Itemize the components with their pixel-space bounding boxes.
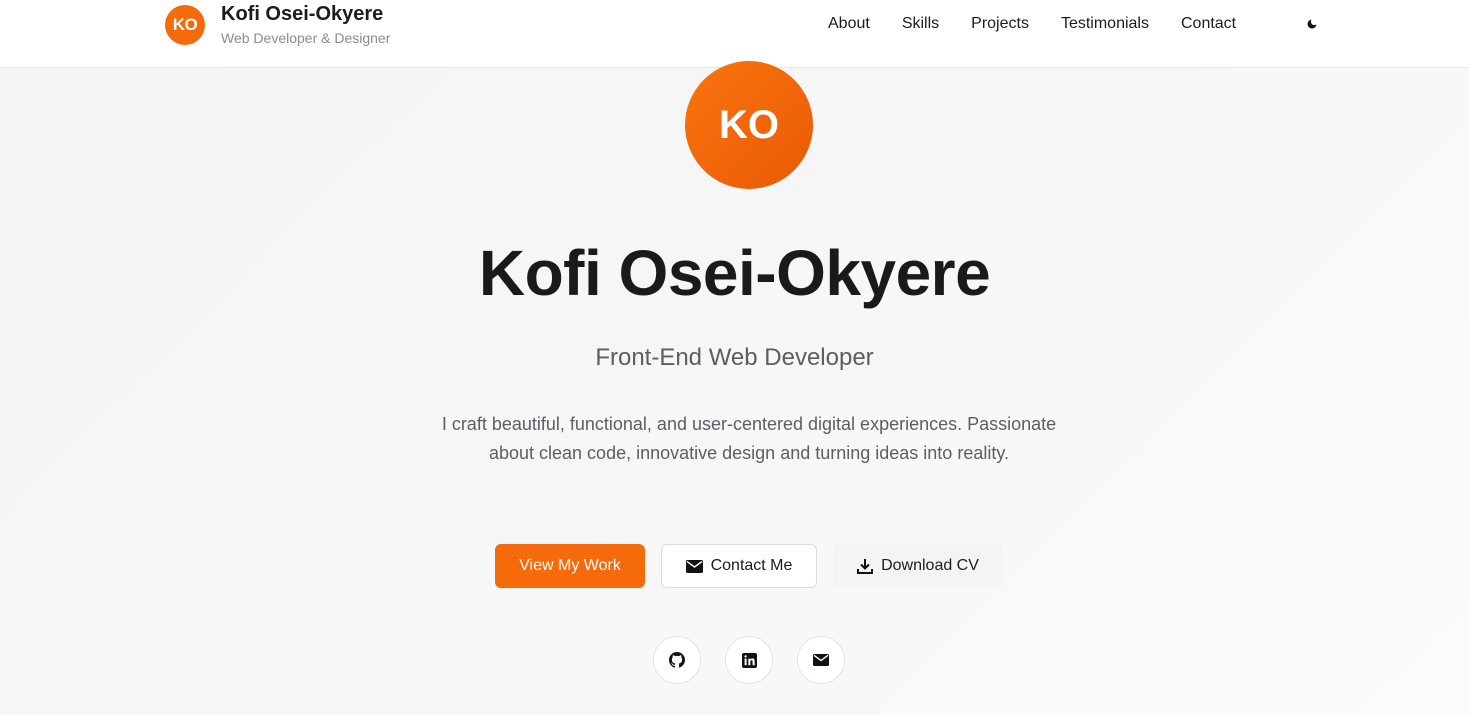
- avatar: KO: [685, 61, 813, 189]
- nav-testimonials[interactable]: Testimonials: [1061, 15, 1149, 33]
- site-header: KO Kofi Osei-Okyere Web Developer & Desi…: [0, 0, 1469, 68]
- envelope-icon: [685, 559, 703, 573]
- download-icon: [857, 558, 874, 574]
- email-icon: [813, 654, 829, 666]
- moon-icon: [1306, 18, 1318, 30]
- brand[interactable]: KO Kofi Osei-Okyere Web Developer & Desi…: [165, 3, 390, 46]
- contact-me-label: Contact Me: [710, 557, 793, 574]
- github-link[interactable]: [653, 636, 701, 684]
- linkedin-link[interactable]: [725, 636, 773, 684]
- download-cv-button[interactable]: Download CV: [833, 544, 1003, 588]
- social-links: [653, 636, 845, 684]
- main-nav: About Skills Projects Testimonials Conta…: [828, 12, 1268, 36]
- brand-subtitle: Web Developer & Designer: [221, 30, 391, 46]
- view-my-work-button[interactable]: View My Work: [495, 544, 645, 588]
- brand-text: Kofi Osei-Okyere Web Developer & Designe…: [221, 2, 390, 48]
- hero-role: Front-End Web Developer: [595, 344, 874, 371]
- theme-toggle-button[interactable]: [1302, 14, 1322, 34]
- nav-about[interactable]: About: [828, 15, 870, 33]
- email-link[interactable]: [797, 636, 845, 684]
- nav-skills[interactable]: Skills: [902, 15, 939, 33]
- hero-title: Kofi Osei-Okyere: [478, 237, 991, 309]
- linkedin-icon: [741, 652, 757, 668]
- hero-description: I craft beautiful, functional, and user-…: [441, 414, 1057, 463]
- nav-projects[interactable]: Projects: [971, 15, 1029, 33]
- nav-contact[interactable]: Contact: [1181, 15, 1236, 33]
- contact-me-button[interactable]: Contact Me: [661, 544, 817, 588]
- view-my-work-label: View My Work: [519, 557, 621, 574]
- brand-logo[interactable]: KO: [165, 5, 205, 45]
- github-icon: [669, 652, 685, 668]
- brand-name[interactable]: Kofi Osei-Okyere: [221, 2, 390, 26]
- download-cv-label: Download CV: [881, 557, 979, 574]
